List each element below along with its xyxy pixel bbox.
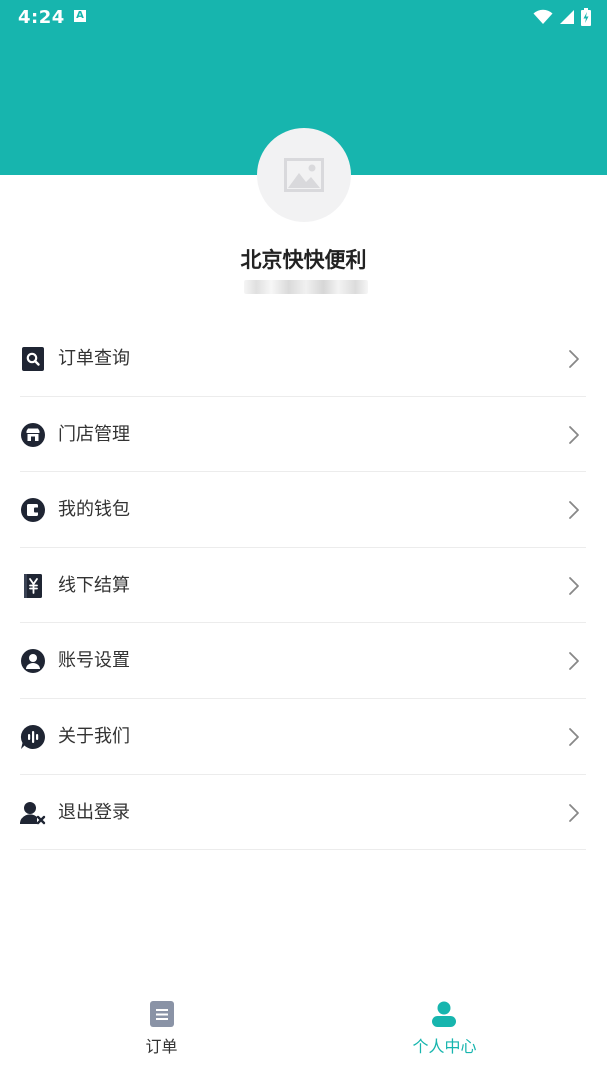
- status-icons: [527, 7, 591, 27]
- offline-settlement-icon: [24, 573, 42, 598]
- order-search-icon: [22, 347, 44, 371]
- menu-item-label: 门店管理: [58, 423, 130, 445]
- wifi-icon: [533, 9, 553, 24]
- account-id-blurred: [244, 280, 368, 294]
- tab-label: 订单: [145, 1037, 178, 1056]
- menu-item-label: 关于我们: [58, 725, 130, 747]
- tab-label: 个人中心: [412, 1037, 477, 1056]
- menu-item-wallet[interactable]: 我的钱包: [20, 472, 586, 548]
- document-icon: [150, 1001, 174, 1027]
- menu-item-label: 我的钱包: [58, 499, 130, 521]
- person-icon: [432, 1001, 456, 1027]
- store-icon: [21, 422, 45, 447]
- menu-item-order-search[interactable]: 订单查询: [20, 321, 586, 397]
- tab-orders[interactable]: 订单: [0, 980, 303, 1080]
- menu-item-label: 线下结算: [58, 574, 130, 596]
- status-time: 4:24: [18, 7, 65, 28]
- menu-item-account-settings[interactable]: 账号设置: [20, 623, 586, 699]
- bottom-tab-bar: 订单 个人中心: [0, 980, 607, 1080]
- store-name: 北京快快便利: [240, 248, 367, 272]
- chevron-right-icon: [569, 803, 579, 822]
- menu-item-store-management[interactable]: 门店管理: [20, 397, 586, 473]
- tab-personal-center[interactable]: 个人中心: [303, 980, 606, 1080]
- menu-item-logout[interactable]: 退出登录: [20, 775, 586, 851]
- menu-item-label: 退出登录: [58, 801, 130, 823]
- menu-item-label: 账号设置: [58, 650, 130, 672]
- menu-item-offline-settlement[interactable]: 线下结算: [20, 548, 586, 624]
- logout-icon: [20, 801, 46, 824]
- battery-icon: [581, 8, 591, 26]
- chevron-right-icon: [569, 350, 579, 368]
- chevron-right-icon: [569, 501, 579, 520]
- chevron-right-icon: [569, 728, 579, 746]
- menu-item-label: 订单查询: [58, 348, 130, 369]
- image-placeholder-icon: [284, 158, 324, 192]
- chevron-right-icon: [569, 652, 579, 671]
- about-icon: [20, 724, 45, 749]
- chevron-right-icon: [569, 576, 579, 595]
- chevron-right-icon: [569, 425, 579, 444]
- account-icon: [21, 649, 45, 674]
- signal-icon: [560, 10, 574, 24]
- menu-list: 订单查询 门店管理 我的钱包 线下结算 账号设置 关于我们 退出登录: [20, 321, 586, 851]
- avatar[interactable]: [257, 128, 351, 222]
- wallet-icon: [21, 498, 45, 523]
- status-bar: 4:24 A: [0, 0, 607, 34]
- profile-screen: 4:24 A 北京快快便利 订单查询 门店管理 我的钱包 线下结算 账号设置 关…: [0, 0, 607, 1080]
- menu-item-about-us[interactable]: 关于我们: [20, 699, 586, 775]
- notification-icon: A: [74, 10, 86, 22]
